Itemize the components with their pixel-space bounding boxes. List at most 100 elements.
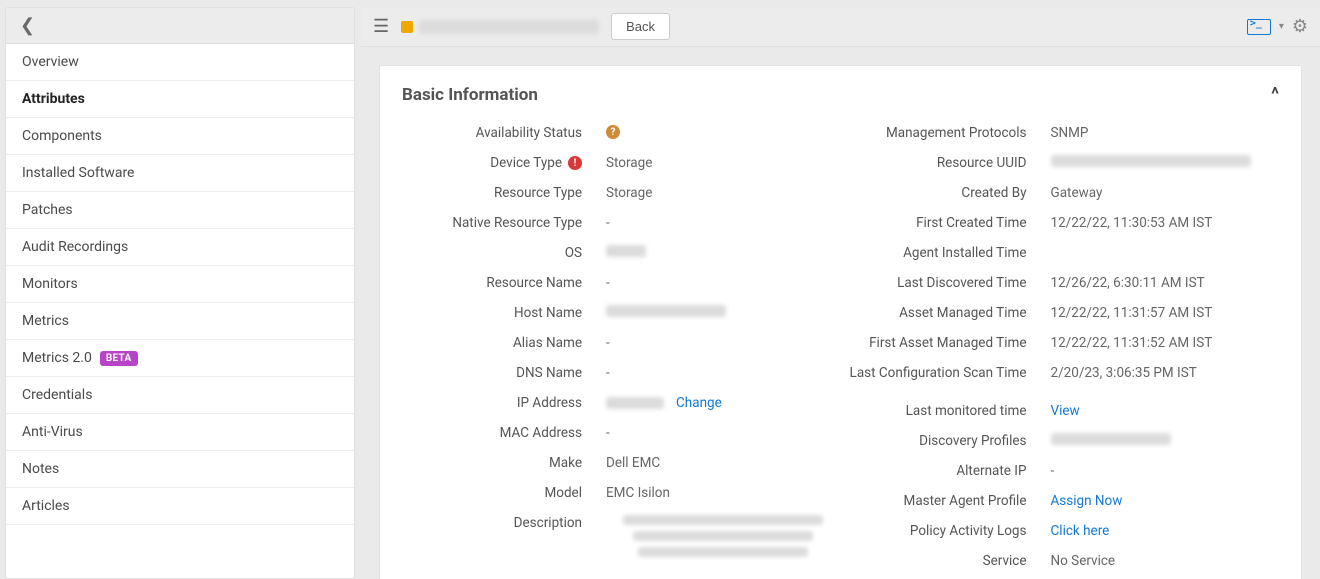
- sidebar-item-label: Components: [22, 128, 102, 144]
- label-resource-type: Resource Type: [396, 185, 606, 201]
- label-alternate-ip: Alternate IP: [841, 463, 1051, 479]
- sidebar-item-overview[interactable]: Overview: [6, 44, 354, 81]
- sidebar-item-installed-software[interactable]: Installed Software: [6, 155, 354, 192]
- label-resource-name: Resource Name: [396, 275, 606, 291]
- label-first-created-time: First Created Time: [841, 215, 1051, 231]
- value-management-protocols: SNMP: [1051, 125, 1286, 141]
- value-model: EMC Isilon: [606, 485, 841, 501]
- label-first-asset-managed-time: First Asset Managed Time: [841, 335, 1051, 351]
- chevron-left-icon[interactable]: ❮: [20, 15, 35, 36]
- topbar: ☰ Back ▾ ⚙: [361, 7, 1320, 47]
- value-mac-address: -: [606, 425, 841, 441]
- view-link[interactable]: View: [1051, 403, 1080, 419]
- label-policy-activity-logs: Policy Activity Logs: [841, 523, 1051, 539]
- sidebar-item-label: Patches: [22, 202, 73, 218]
- label-last-monitored-time: Last monitored time: [841, 403, 1051, 419]
- label-discovery-profiles: Discovery Profiles: [841, 433, 1051, 449]
- back-button[interactable]: Back: [611, 13, 670, 40]
- label-last-config-scan-time: Last Configuration Scan Time: [841, 365, 1051, 381]
- value-created-by: Gateway: [1051, 185, 1286, 201]
- info-left-column: Availability Status ? Device Type ! Stor…: [396, 119, 841, 577]
- value-master-agent-profile: Assign Now: [1051, 493, 1286, 509]
- value-availability-status: ?: [606, 125, 841, 139]
- sidebar-header: ❮: [6, 8, 354, 44]
- label-asset-managed-time: Asset Managed Time: [841, 305, 1051, 321]
- gear-icon[interactable]: ⚙: [1292, 16, 1308, 37]
- sidebar-item-monitors[interactable]: Monitors: [6, 266, 354, 303]
- sidebar-item-label: Articles: [22, 498, 70, 514]
- value-resource-uuid: [1051, 155, 1286, 167]
- content: Basic Information ^ Availability Status …: [361, 47, 1320, 579]
- value-last-config-scan-time: 2/20/23, 3:06:35 PM IST: [1051, 365, 1286, 381]
- info-right-column: Management Protocols SNMP Resource UUID …: [841, 119, 1286, 577]
- panel-header: Basic Information ^: [380, 84, 1301, 119]
- label-device-type: Device Type !: [396, 155, 606, 171]
- label-management-protocols: Management Protocols: [841, 125, 1051, 141]
- change-ip-link[interactable]: Change: [676, 395, 722, 411]
- label-model: Model: [396, 485, 606, 501]
- label-native-resource-type: Native Resource Type: [396, 215, 606, 231]
- sidebar-item-label: Overview: [22, 54, 79, 70]
- sidebar-item-audit-recordings[interactable]: Audit Recordings: [6, 229, 354, 266]
- toolbar: ▾ ⚙: [1247, 16, 1308, 37]
- value-os: [606, 245, 841, 257]
- sidebar-item-patches[interactable]: Patches: [6, 192, 354, 229]
- sidebar-item-label: Notes: [22, 461, 59, 477]
- sidebar-item-metrics[interactable]: Metrics: [6, 303, 354, 340]
- sidebar-item-label: Monitors: [22, 276, 78, 292]
- device-name: [419, 20, 599, 34]
- value-policy-activity-logs: Click here: [1051, 523, 1286, 539]
- label-host-name: Host Name: [396, 305, 606, 321]
- label-os: OS: [396, 245, 606, 261]
- label-mac-address: MAC Address: [396, 425, 606, 441]
- label-alias-name: Alias Name: [396, 335, 606, 351]
- terminal-icon[interactable]: [1247, 19, 1271, 35]
- value-make: Dell EMC: [606, 455, 841, 471]
- sidebar-item-articles[interactable]: Articles: [6, 488, 354, 525]
- label-dns-name: DNS Name: [396, 365, 606, 381]
- chevron-up-icon[interactable]: ^: [1271, 84, 1279, 105]
- value-alias-name: -: [606, 335, 841, 351]
- label-availability-status: Availability Status: [396, 125, 606, 141]
- sidebar-item-attributes[interactable]: Attributes: [6, 81, 354, 118]
- value-asset-managed-time: 12/22/22, 11:31:57 AM IST: [1051, 305, 1286, 321]
- help-icon[interactable]: ?: [606, 125, 620, 139]
- terminal-dropdown-icon[interactable]: ▾: [1279, 21, 1284, 32]
- sidebar-item-label: Metrics 2.0: [22, 350, 92, 366]
- sidebar-item-anti-virus[interactable]: Anti-Virus: [6, 414, 354, 451]
- sidebar-item-label: Anti-Virus: [22, 424, 83, 440]
- value-service: No Service: [1051, 553, 1286, 569]
- label-master-agent-profile: Master Agent Profile: [841, 493, 1051, 509]
- sidebar-item-label: Metrics: [22, 313, 69, 329]
- value-description: [606, 515, 841, 557]
- value-device-type: Storage: [606, 155, 841, 171]
- device-chip: [401, 20, 599, 34]
- label-agent-installed-time: Agent Installed Time: [841, 245, 1051, 261]
- value-native-resource-type: -: [606, 215, 841, 231]
- label-description: Description: [396, 515, 606, 531]
- sidebar-item-notes[interactable]: Notes: [6, 451, 354, 488]
- value-alternate-ip: -: [1051, 463, 1286, 479]
- click-here-link[interactable]: Click here: [1051, 523, 1110, 539]
- sidebar-item-metrics-2[interactable]: Metrics 2.0 BETA: [6, 340, 354, 377]
- value-resource-type: Storage: [606, 185, 841, 201]
- hamburger-icon[interactable]: ☰: [373, 16, 389, 37]
- assign-now-link[interactable]: Assign Now: [1051, 493, 1123, 509]
- value-host-name: [606, 305, 841, 317]
- sidebar-item-label: Installed Software: [22, 165, 134, 181]
- beta-badge: BETA: [100, 351, 138, 366]
- error-icon[interactable]: !: [568, 156, 582, 170]
- label-ip-address: IP Address: [396, 395, 606, 411]
- device-status-icon: [401, 21, 413, 33]
- sidebar-item-credentials[interactable]: Credentials: [6, 377, 354, 414]
- value-first-asset-managed-time: 12/22/22, 11:31:52 AM IST: [1051, 335, 1286, 351]
- sidebar-item-label: Attributes: [22, 91, 85, 107]
- label-last-discovered-time: Last Discovered Time: [841, 275, 1051, 291]
- sidebar-item-components[interactable]: Components: [6, 118, 354, 155]
- label-make: Make: [396, 455, 606, 471]
- value-dns-name: -: [606, 365, 841, 381]
- sidebar-item-label: Credentials: [22, 387, 92, 403]
- panel-basic-information: Basic Information ^ Availability Status …: [379, 65, 1302, 579]
- label-service: Service: [841, 553, 1051, 569]
- sidebar: ❮ Overview Attributes Components Install…: [5, 7, 355, 579]
